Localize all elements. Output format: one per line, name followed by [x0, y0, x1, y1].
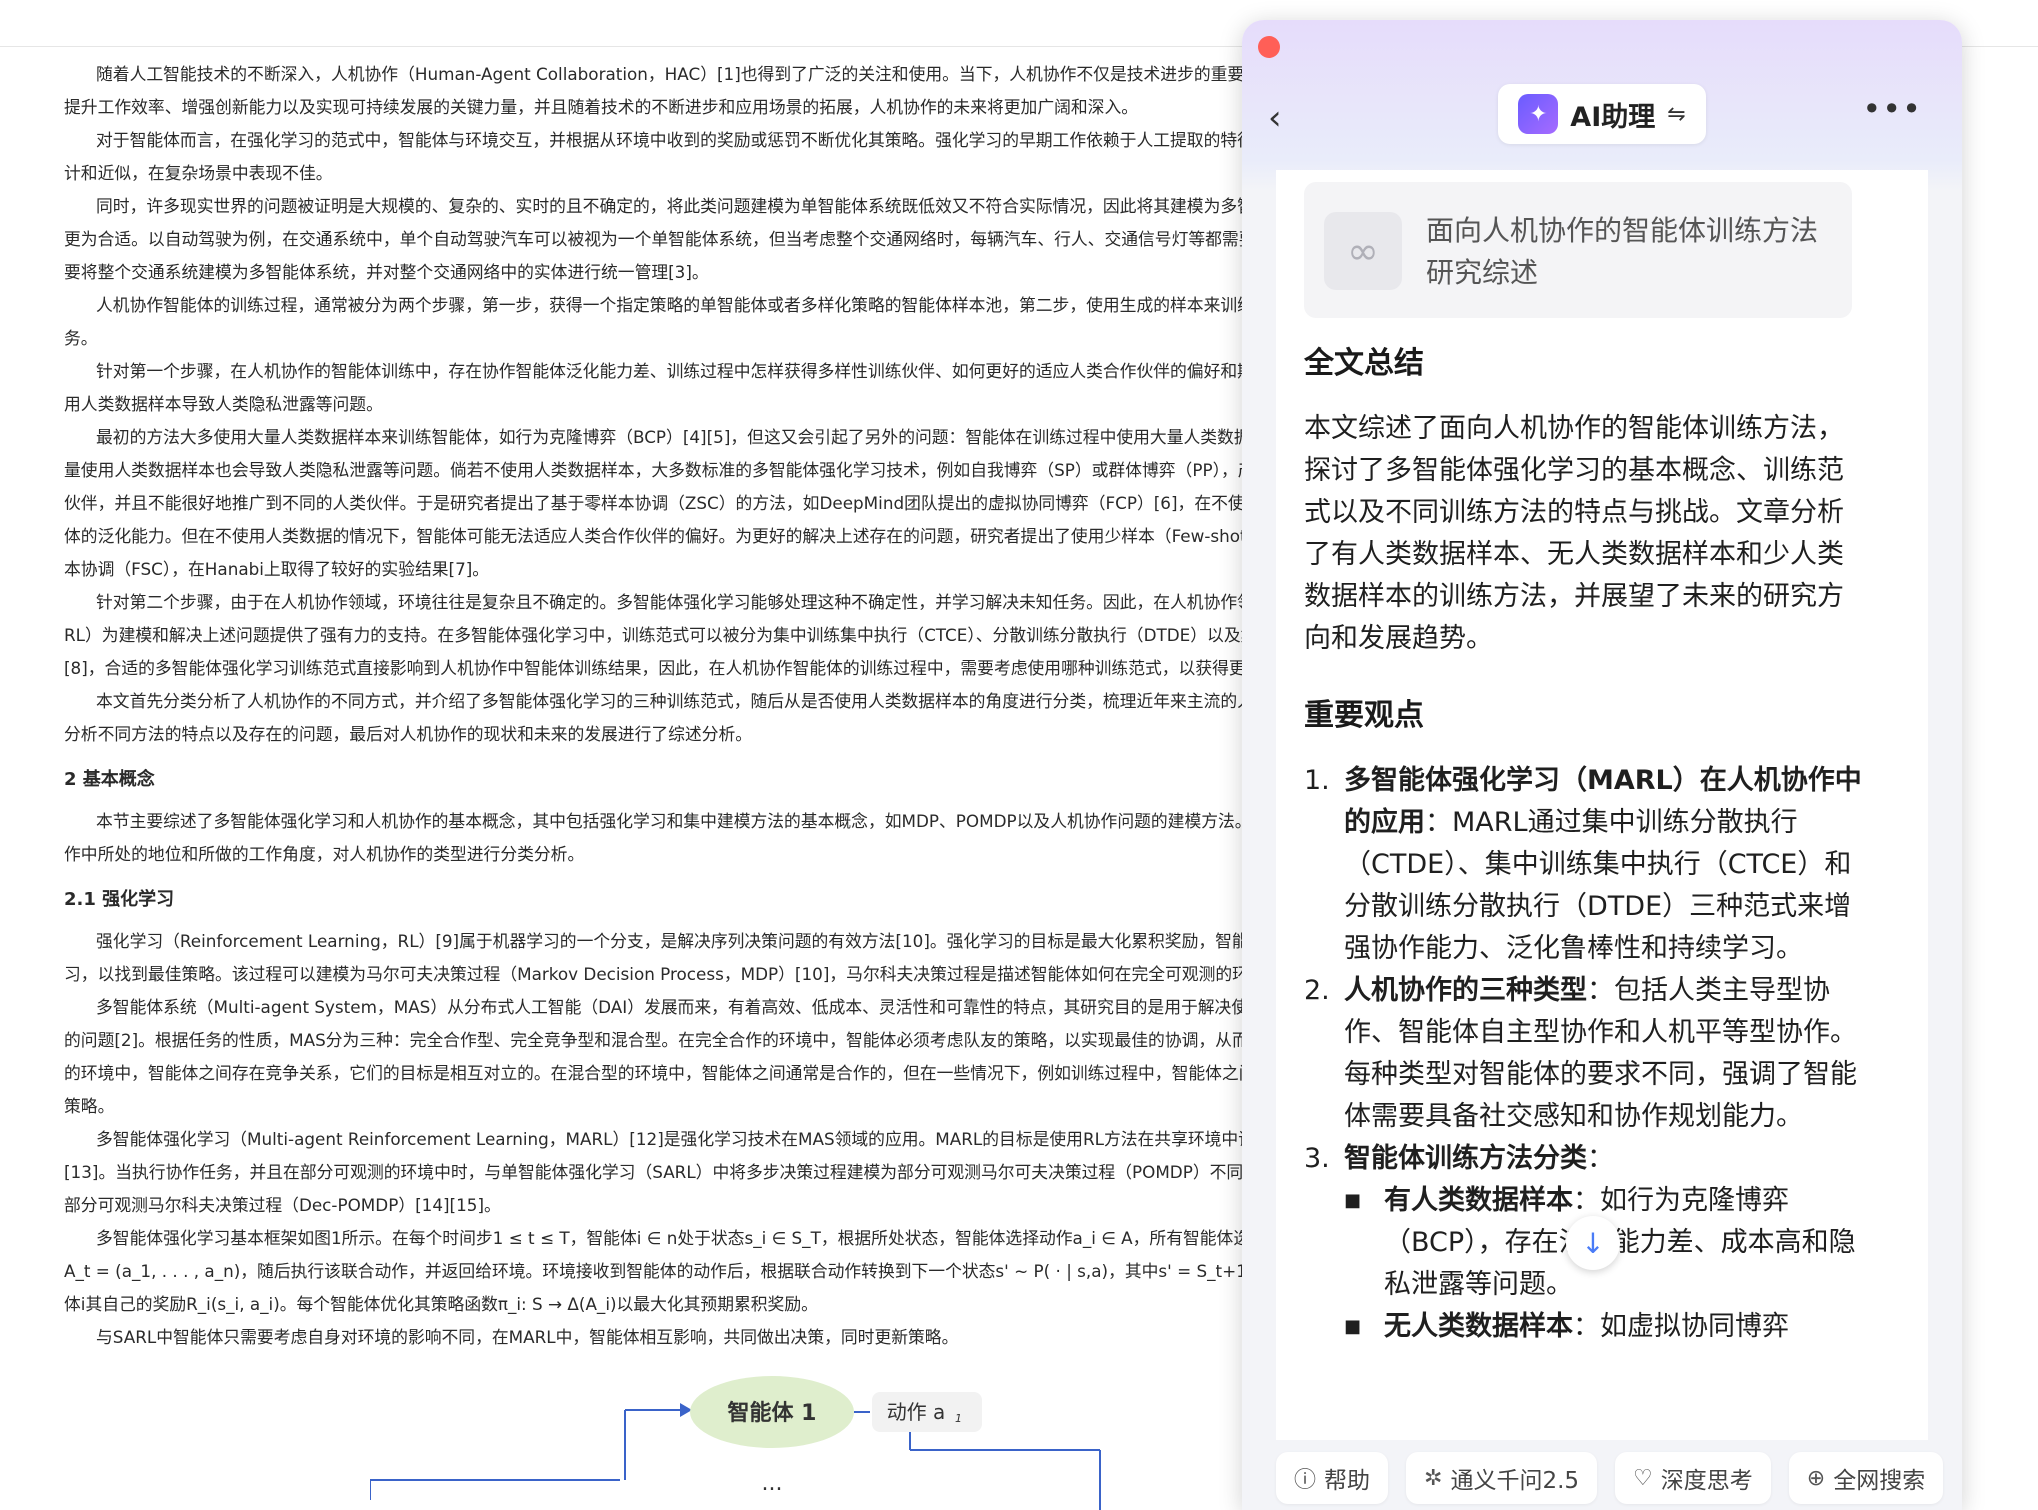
svg-text:1: 1 [955, 1412, 962, 1425]
document-line: 最初的方法大多使用大量人类数据样本来训练智能体，如行为克隆博弈（BCP）[4][… [96, 427, 1244, 447]
document-line: 更为合适。以自动驾驶为例，在交通系统中，单个自动驾驶汽车可以被视为一个单智能体系… [64, 229, 1244, 249]
key-point: 1. 多智能体强化学习（MARL）在人机协作中的应用：MARL通过集中训练分散执… [1304, 765, 1862, 964]
document-line: [13]。当执行协作任务，并且在部分可观测的环境中时，与单智能体强化学习（SAR… [64, 1162, 1244, 1182]
help-chip[interactable]: ⓘ 帮助 [1276, 1452, 1389, 1504]
info-icon: ⓘ [1294, 1468, 1317, 1493]
document-line: 习，以找到最佳策略。该过程可以建模为马尔可夫决策过程（Markov Decisi… [64, 964, 1244, 984]
agent1-label: 智能体 1 [728, 1400, 817, 1426]
key-point: 2. 人机协作的三种类型：包括人类主导型协作、智能体自主型协作和人机平等型协作。… [1304, 975, 1857, 1132]
document-page: 随着人工智能技术的不断深入，人机协作（Human-Agent Collabora… [64, 58, 1244, 1354]
ai-logo-icon: ✦ [1518, 94, 1559, 134]
document-line: 作中所处的地位和所做的工作角度，对人机协作的类型进行分类分析。 [64, 844, 585, 864]
document-line: A_t = (a_1, . . . , a_n)，随后执行该联合动作，并返回给环… [64, 1261, 1244, 1281]
document-line: 多智能体强化学习（Multi-agent Reinforcement Learn… [96, 1129, 1244, 1149]
document-line: 伙伴，并且不能很好地推广到不同的人类伙伴。于是研究者提出了基于零样本协调（ZSC… [64, 493, 1244, 513]
document-line: 的环境中，智能体之间存在竞争关系，它们的目标是相互对立的。在混合型的环境中，智能… [64, 1063, 1244, 1083]
document-line: 分析不同方法的特点以及存在的问题，最后对人机协作的现状和未来的发展进行了综述分析… [64, 724, 753, 744]
sub-point: ■ 无人类数据样本：如虚拟协同博弈 [1344, 1311, 1789, 1342]
document-line: 多智能体强化学习基本框架如图1所示。在每个时间步1 ≤ t ≤ T，智能体i ∈… [96, 1228, 1244, 1248]
document-line: 要将整个交通系统建模为多智能体系统，并对整个交通网络中的实体进行统一管理[3]。 [64, 262, 709, 282]
assistant-title-switcher[interactable]: ✦ AI助理 ⇋ [1498, 84, 1706, 144]
scroll-down-button[interactable]: ↓ [1566, 1216, 1620, 1270]
document-line: 针对第一个步骤，在人机协作的智能体训练中，存在协作智能体泛化能力差、训练过程中怎… [96, 361, 1244, 381]
key-points-heading: 重要观点 [1304, 698, 1424, 733]
assistant-title: AI助理 [1570, 101, 1656, 133]
subsection-heading: 2.1 强化学习 [64, 889, 175, 910]
summary-text: 本文综述了面向人机协作的智能体训练方法，探讨了多智能体强化学习的基本概念、训练范… [1304, 413, 1844, 654]
document-line: 针对第二个步骤，由于在人机协作领域，环境往往是复杂且不确定的。多智能体强化学习能… [96, 592, 1244, 612]
document-line: 同时，许多现实世界的问题被证明是大规模的、复杂的、实时的且不确定的，将此类问题建… [96, 196, 1244, 216]
document-line: 策略。 [64, 1096, 115, 1116]
figure-ellipsis: ... [762, 1471, 783, 1496]
document-line: 对于智能体而言，在强化学习的范式中，智能体与环境交互，并根据从环境中收到的奖励或… [96, 130, 1244, 150]
document-line: 本文首先分类分析了人机协作的不同方式，并介绍了多智能体强化学习的三种训练范式，随… [96, 691, 1244, 711]
link-icon: ∞ [1324, 212, 1402, 290]
web-search-chip[interactable]: ⊕ 全网搜索 [1788, 1452, 1944, 1504]
document-line: 量使用人类数据样本也会导致人类隐私泄露等问题。倘若不使用人类数据样本，大多数标准… [64, 460, 1244, 480]
chat-content[interactable]: ∞ 面向人机协作的智能体训练方法研究综述 全文总结 本文综述了面向人机协作的智能… [1276, 170, 1928, 1440]
document-line: 计和近似，在复杂场景中表现不佳。 [64, 163, 333, 183]
section-heading: 2 基本概念 [64, 769, 155, 790]
document-line: 体i其自己的奖励R_i(s_i, a_i)。每个智能体优化其策略函数π_i: S… [64, 1294, 818, 1314]
summary-heading: 全文总结 [1304, 346, 1424, 381]
document-line: 务。 [64, 328, 98, 348]
document-line: 与SARL中智能体只需要考虑自身对环境的影响不同，在MARL中，智能体相互影响，… [96, 1327, 959, 1347]
document-line: 强化学习（Reinforcement Learning，RL）[9]属于机器学习… [96, 931, 1244, 951]
close-window-button[interactable] [1258, 36, 1280, 58]
more-options-icon[interactable]: ••• [1862, 90, 1922, 128]
document-card-title: 面向人机协作的智能体训练方法研究综述 [1426, 214, 1819, 289]
deep-think-chip[interactable]: ♡ 深度思考 [1615, 1452, 1771, 1504]
document-line: 多智能体系统（Multi-agent System，MAS）从分布式人工智能（D… [96, 997, 1244, 1017]
globe-icon: ⊕ [1806, 1465, 1826, 1491]
document-line: RL）为建模和解决上述问题提供了强有力的支持。在多智能体强化学习中，训练范式可以… [64, 625, 1244, 645]
document-line: [8]，合适的多智能体强化学习训练范式直接影响到人机协作中智能体训练结果，因此，… [64, 658, 1244, 678]
document-line: 体的泛化能力。但在不使用人类数据的情况下，智能体可能无法适应人类合作伙伴的偏好。… [64, 526, 1244, 546]
model-chip[interactable]: ✲ 通义千问2.5 [1406, 1452, 1598, 1504]
ai-assistant-panel: ‹ ✦ AI助理 ⇋ ••• ∞ 面向人机协作的智能体训练方法研究综述 全文总结… [1242, 20, 1962, 1510]
action-label: 动作 a [887, 1400, 946, 1424]
document-card[interactable]: ∞ 面向人机协作的智能体训练方法研究综述 [1304, 182, 1852, 318]
document-line: 提升工作效率、增强创新能力以及实现可持续发展的关键力量，并且随着技术的不断进步和… [64, 97, 1139, 117]
back-arrow-icon[interactable]: ‹ [1268, 98, 1294, 138]
document-line: 部分可观测马尔科夫决策过程（Dec-POMDP）[14][15]。 [64, 1195, 501, 1215]
bulb-icon: ♡ [1633, 1465, 1653, 1491]
document-line: 用人类数据样本导致人类隐私泄露等问题。 [64, 394, 383, 414]
document-line: 人机协作智能体的训练过程，通常被分为两个步骤，第一步，获得一个指定策略的单智能体… [96, 295, 1244, 315]
document-line: 本协调（FSC），在Hanabi上取得了较好的实验结果[7]。 [64, 559, 490, 579]
tongyi-icon: ✲ [1424, 1465, 1443, 1491]
marl-framework-figure: 智能体 1 动作 a 1 ... [370, 1376, 1101, 1510]
document-line: 本节主要综述了多智能体强化学习和人机协作的基本概念，其中包括强化学习和集中建模方… [96, 811, 1244, 831]
toolbar-chips: ⓘ 帮助 ✲ 通义千问2.5 ♡ 深度思考 ⊕ 全网搜索 [1276, 1452, 1962, 1504]
key-point: 3. 智能体训练方法分类： [1304, 1143, 1614, 1174]
document-line: 随着人工智能技术的不断深入，人机协作（Human-Agent Collabora… [96, 64, 1244, 84]
switch-icon: ⇋ [1667, 101, 1686, 127]
document-line: 的问题[2]。根据任务的性质，MAS分为三种：完全合作型、完全竞争型和混合型。在… [64, 1030, 1244, 1050]
